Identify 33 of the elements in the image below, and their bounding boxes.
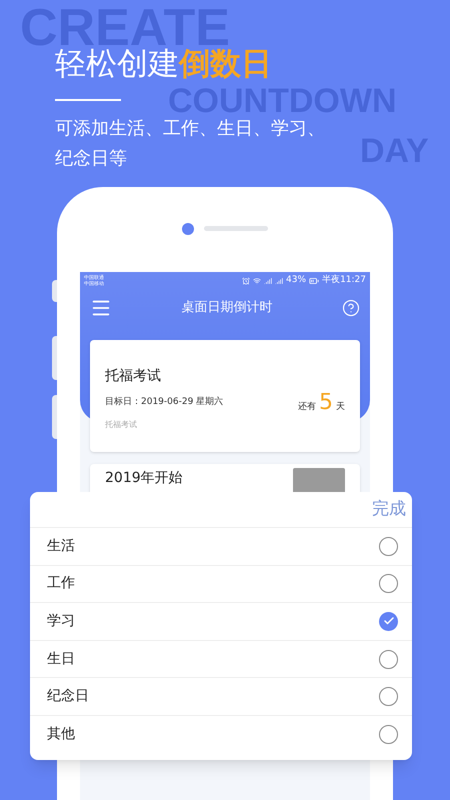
speaker-icon — [204, 226, 268, 231]
remaining-label: 还有 — [298, 401, 316, 414]
help-icon[interactable] — [342, 299, 360, 317]
days-unit: 天 — [336, 401, 345, 414]
category-option[interactable]: 学习 — [30, 603, 412, 641]
radio-unchecked[interactable] — [379, 574, 398, 594]
battery-percent: 43% — [286, 274, 306, 288]
event-note: 托福考试 — [105, 419, 138, 431]
event-title: 托福考试 — [105, 367, 162, 386]
category-option[interactable]: 生日 — [30, 640, 412, 678]
wifi-icon — [253, 277, 262, 285]
event-card[interactable]: 托福考试 目标日：2019-06-29 星期六 还有 5 天 托福考试 — [90, 340, 360, 452]
camera-icon — [182, 222, 194, 234]
category-option[interactable]: 工作 — [30, 566, 412, 604]
subtitle-line: 可添加生活、工作、生日、学习、 — [55, 117, 325, 141]
target-date: 目标日：2019-06-29 星期六 — [105, 396, 224, 410]
subtitle-line: 纪念日等 — [55, 147, 127, 171]
radio-unchecked[interactable] — [379, 687, 398, 706]
remaining-days: 5 — [319, 391, 333, 415]
radio-checked[interactable] — [379, 612, 398, 631]
radio-unchecked[interactable] — [379, 536, 398, 556]
event-title: 2019年开始 — [105, 469, 183, 488]
category-option[interactable]: 生活 — [30, 528, 412, 566]
radio-unchecked[interactable] — [379, 725, 398, 744]
signal-icon — [264, 277, 272, 285]
radio-unchecked[interactable] — [379, 650, 398, 669]
category-option[interactable]: 其他 — [30, 716, 412, 754]
status-time: 半夜11:27 — [322, 274, 366, 288]
battery-icon — [309, 276, 320, 286]
alarm-icon — [242, 277, 250, 285]
app-title: 桌面日期倒计时 — [182, 299, 272, 318]
category-option[interactable]: 纪念日 — [30, 678, 412, 716]
signal-icon — [275, 277, 284, 285]
